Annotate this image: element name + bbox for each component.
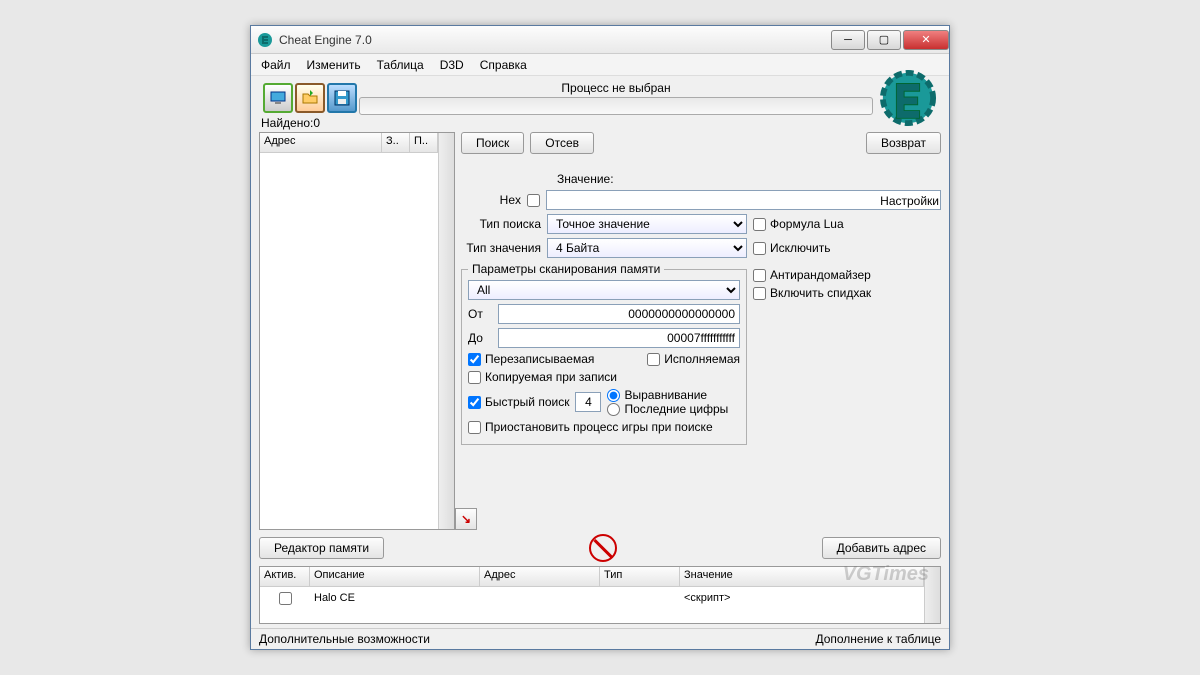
- valtype-label: Тип значения: [461, 241, 541, 255]
- alignment-label: Выравнивание: [624, 388, 707, 402]
- menu-edit[interactable]: Изменить: [301, 56, 367, 74]
- row-addr: [480, 596, 600, 600]
- window-title: Cheat Engine 7.0: [279, 33, 829, 47]
- scantype-label: Тип поиска: [461, 217, 541, 231]
- open-process-button[interactable]: [263, 83, 293, 113]
- scantype-select[interactable]: Точное значение: [547, 214, 747, 234]
- hex-label: Hex: [461, 193, 521, 207]
- process-status-label: Процесс не выбран: [359, 81, 873, 95]
- app-window: Cheat Engine 7.0 ─ ▢ ✕ Файл Изменить Таб…: [250, 25, 950, 650]
- row-type: [600, 596, 680, 600]
- found-count: 0: [313, 116, 320, 130]
- computer-icon: [269, 89, 287, 107]
- found-label: Найдено:: [261, 116, 313, 130]
- writable-label: Перезаписываемая: [485, 352, 594, 366]
- hex-checkbox[interactable]: [527, 194, 540, 207]
- col-val[interactable]: Значение: [680, 567, 924, 586]
- not-checkbox[interactable]: [753, 242, 766, 255]
- save-button[interactable]: [327, 83, 357, 113]
- minimize-button[interactable]: ─: [831, 30, 865, 50]
- close-button[interactable]: ✕: [903, 30, 949, 50]
- results-scrollbar[interactable]: [438, 133, 454, 529]
- fastscan-label: Быстрый поиск: [485, 395, 569, 409]
- cheat-engine-logo[interactable]: [879, 69, 937, 127]
- stop-address-input[interactable]: [498, 328, 740, 348]
- col-addr[interactable]: Адрес: [480, 567, 600, 586]
- addrlist-scrollbar[interactable]: [924, 567, 940, 623]
- pause-label: Приостановить процесс игры при поиске: [485, 420, 713, 434]
- menu-help[interactable]: Справка: [474, 56, 533, 74]
- app-icon: [257, 32, 273, 48]
- region-select[interactable]: All: [468, 280, 740, 300]
- start-address-input[interactable]: [498, 304, 740, 324]
- memscan-legend: Параметры сканирования памяти: [468, 262, 664, 276]
- col-address[interactable]: Адрес: [260, 133, 382, 152]
- fastscan-value-input[interactable]: [575, 392, 601, 412]
- row-desc: Halo CE: [310, 590, 480, 606]
- results-table[interactable]: Адрес З.. П..: [259, 132, 455, 530]
- speedhack-label: Включить спидхак: [770, 286, 871, 300]
- row-active-checkbox[interactable]: [279, 592, 292, 605]
- add-address-button[interactable]: Добавить адрес: [822, 537, 941, 559]
- next-scan-button[interactable]: Отсев: [530, 132, 594, 154]
- antirand-checkbox[interactable]: [753, 269, 766, 282]
- menu-file[interactable]: Файл: [255, 56, 297, 74]
- col-prev[interactable]: П..: [410, 133, 438, 152]
- add-to-list-button[interactable]: ↘: [455, 508, 477, 530]
- undo-scan-button[interactable]: Возврат: [866, 132, 941, 154]
- lua-label: Формула Lua: [770, 217, 844, 231]
- alignment-radio[interactable]: [607, 389, 620, 402]
- menu-d3d[interactable]: D3D: [434, 56, 470, 74]
- executable-checkbox[interactable]: [647, 353, 660, 366]
- toolbar: Процесс не выбран: [259, 80, 941, 116]
- copyonwrite-checkbox[interactable]: [468, 371, 481, 384]
- table-row[interactable]: Halo CE <скрипт>: [260, 587, 924, 609]
- settings-link[interactable]: Настройки: [880, 194, 939, 208]
- status-right[interactable]: Дополнение к таблице: [815, 632, 941, 646]
- not-label: Исключить: [770, 241, 830, 255]
- antirand-label: Антирандомайзер: [770, 268, 871, 282]
- col-value[interactable]: З..: [382, 133, 410, 152]
- fastscan-checkbox[interactable]: [468, 396, 481, 409]
- col-active[interactable]: Актив.: [260, 567, 310, 586]
- statusbar: Дополнительные возможности Дополнение к …: [251, 628, 949, 649]
- maximize-button[interactable]: ▢: [867, 30, 901, 50]
- from-label: От: [468, 307, 492, 321]
- valtype-select[interactable]: 4 Байта: [547, 238, 747, 258]
- no-process-icon: [589, 534, 617, 562]
- lua-checkbox[interactable]: [753, 218, 766, 231]
- value-label: Значение:: [557, 172, 614, 186]
- lastdigits-label: Последние цифры: [624, 402, 728, 416]
- menu-table[interactable]: Таблица: [371, 56, 430, 74]
- lastdigits-radio[interactable]: [607, 403, 620, 416]
- memory-editor-button[interactable]: Редактор памяти: [259, 537, 384, 559]
- copyonwrite-label: Копируемая при записи: [485, 370, 617, 384]
- first-scan-button[interactable]: Поиск: [461, 132, 524, 154]
- found-row: Найдено:0: [259, 116, 941, 132]
- menubar: Файл Изменить Таблица D3D Справка: [251, 54, 949, 76]
- to-label: До: [468, 331, 492, 345]
- progress-bar: [359, 97, 873, 115]
- titlebar: Cheat Engine 7.0 ─ ▢ ✕: [251, 26, 949, 54]
- address-list[interactable]: Актив. Описание Адрес Тип Значение Halo …: [259, 566, 941, 624]
- col-desc[interactable]: Описание: [310, 567, 480, 586]
- writable-checkbox[interactable]: [468, 353, 481, 366]
- executable-label: Исполняемая: [664, 352, 740, 366]
- pause-checkbox[interactable]: [468, 421, 481, 434]
- memory-scan-options: Параметры сканирования памяти All От До …: [461, 262, 747, 445]
- speedhack-checkbox[interactable]: [753, 287, 766, 300]
- row-value: <скрипт>: [680, 590, 924, 606]
- floppy-icon: [333, 89, 351, 107]
- status-left[interactable]: Дополнительные возможности: [259, 632, 430, 646]
- open-file-button[interactable]: [295, 83, 325, 113]
- folder-open-icon: [301, 89, 319, 107]
- col-type[interactable]: Тип: [600, 567, 680, 586]
